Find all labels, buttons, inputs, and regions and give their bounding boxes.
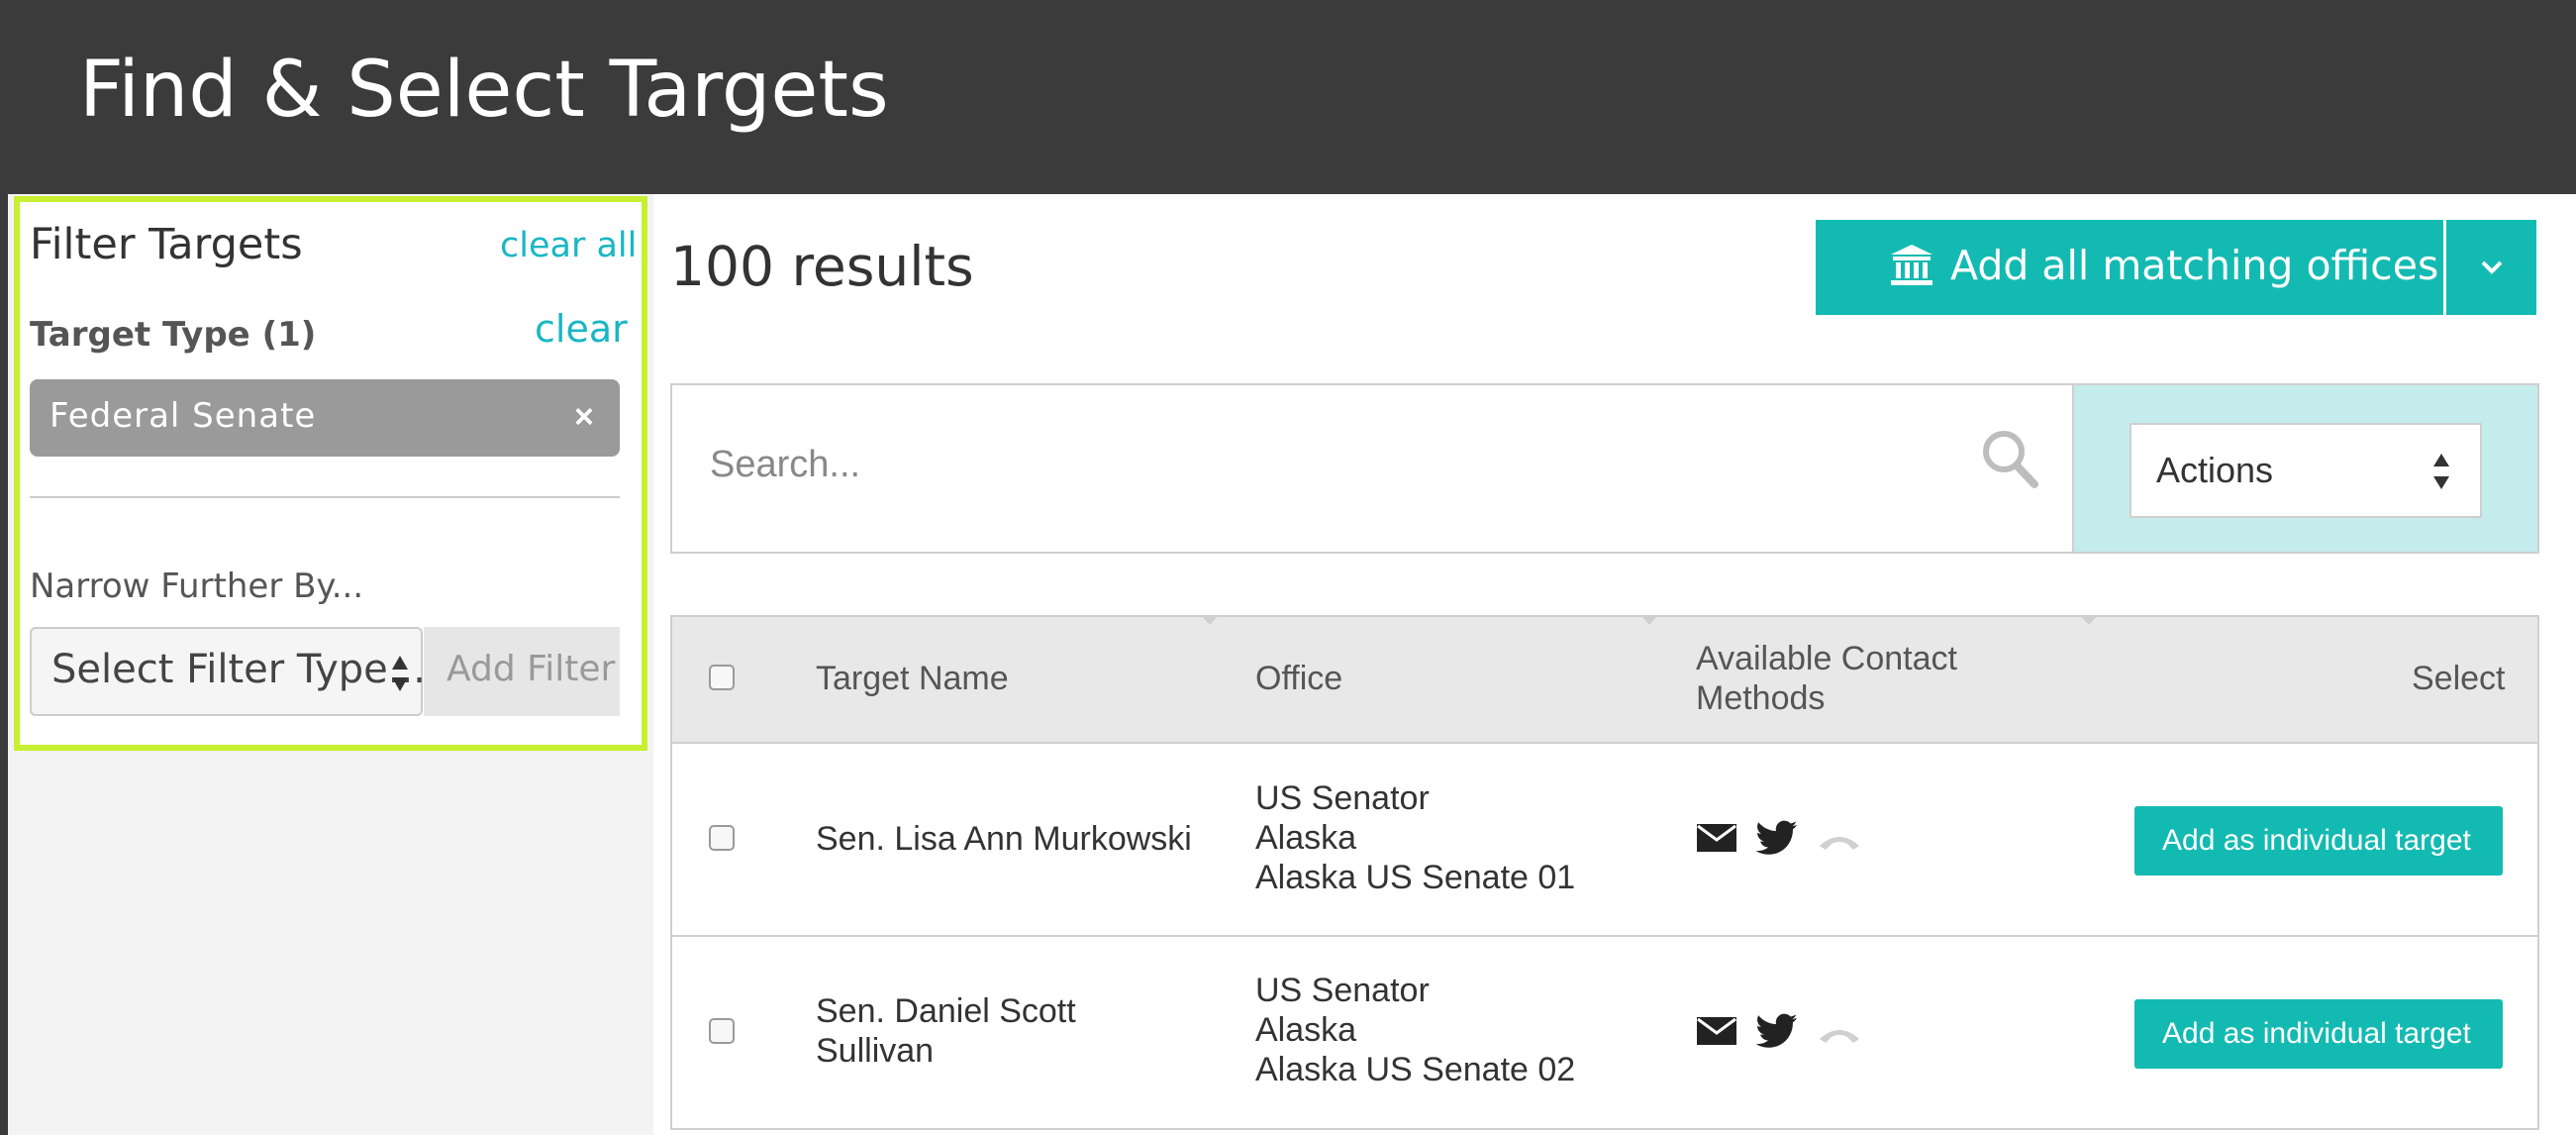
- target-type-label: Target Type (1): [30, 315, 317, 355]
- target-name-cell: Sen. Lisa Ann Murkowski: [816, 819, 1192, 859]
- column-header-select: Select: [2412, 660, 2506, 697]
- select-all-checkbox[interactable]: [709, 665, 735, 690]
- row-checkbox[interactable]: [709, 1018, 735, 1044]
- remove-chip-icon[interactable]: ×: [574, 398, 594, 437]
- office-title: US Senator: [1255, 972, 1430, 1009]
- phone-icon: [1820, 837, 1859, 850]
- add-as-individual-target-label: Add as individual target: [2162, 824, 2471, 857]
- twitter-icon: [1756, 1013, 1798, 1048]
- column-header-contact-methods: Available Contact Methods: [1696, 639, 1957, 718]
- narrow-further-label: Narrow Further By...: [30, 567, 364, 606]
- column-divider-caret-icon: [1640, 615, 1658, 625]
- target-name: Sen. Daniel Scott: [816, 992, 1076, 1030]
- email-icon: [1697, 1017, 1736, 1045]
- twitter-icon: [1756, 820, 1798, 855]
- filter-type-select-value: Select Filter Type...: [51, 647, 426, 692]
- filter-panel-title: Filter Targets: [30, 220, 303, 269]
- filter-chip-label: Federal Senate: [50, 396, 317, 436]
- add-filter-label: Add Filter: [446, 649, 616, 689]
- chevron-down-icon: [2481, 260, 2503, 274]
- search-input[interactable]: [670, 383, 2074, 554]
- target-name-continued: Sullivan: [816, 1032, 935, 1070]
- office-district: Alaska US Senate 01: [1255, 859, 1576, 896]
- target-name-cell: Sen. Daniel Scott Sullivan: [816, 991, 1076, 1071]
- column-header-target-name[interactable]: Target Name: [816, 660, 1009, 698]
- add-as-individual-target-label: Add as individual target: [2162, 1017, 2471, 1050]
- office-title: US Senator: [1255, 779, 1430, 817]
- column-header-contact-line2: Methods: [1696, 679, 1826, 717]
- page-title: Find & Select Targets: [79, 46, 889, 135]
- row-checkbox[interactable]: [709, 825, 735, 851]
- office-state: Alaska: [1255, 1011, 1357, 1049]
- office-state: Alaska: [1255, 819, 1357, 857]
- results-count: 100 results: [670, 235, 974, 298]
- email-icon: [1697, 824, 1736, 852]
- clear-all-link[interactable]: clear all: [500, 226, 637, 265]
- office-district: Alaska US Senate 02: [1255, 1051, 1576, 1088]
- select-arrows-icon: [392, 656, 408, 691]
- bank-icon: [1891, 245, 1932, 285]
- office-cell: US Senator Alaska Alaska US Senate 02: [1255, 971, 1575, 1089]
- actions-select-value: Actions: [2156, 450, 2274, 490]
- search-icon[interactable]: [1980, 428, 2039, 489]
- select-arrows-icon: [2433, 454, 2449, 489]
- office-cell: US Senator Alaska Alaska US Senate 01: [1255, 778, 1575, 897]
- phone-icon: [1820, 1030, 1859, 1043]
- search-placeholder: Search...: [710, 444, 861, 485]
- clear-target-type-link[interactable]: clear: [535, 307, 628, 351]
- filter-divider: [30, 496, 620, 498]
- column-divider-caret-icon: [2080, 615, 2098, 625]
- column-header-contact-line1: Available Contact: [1696, 640, 1957, 677]
- target-name: Sen. Lisa Ann Murkowski: [816, 820, 1192, 858]
- page-left-edge: [0, 194, 8, 1135]
- column-divider-caret-icon: [1201, 615, 1219, 625]
- add-all-matching-offices-label: Add all matching offices: [1950, 242, 2439, 289]
- column-header-office[interactable]: Office: [1255, 660, 1342, 698]
